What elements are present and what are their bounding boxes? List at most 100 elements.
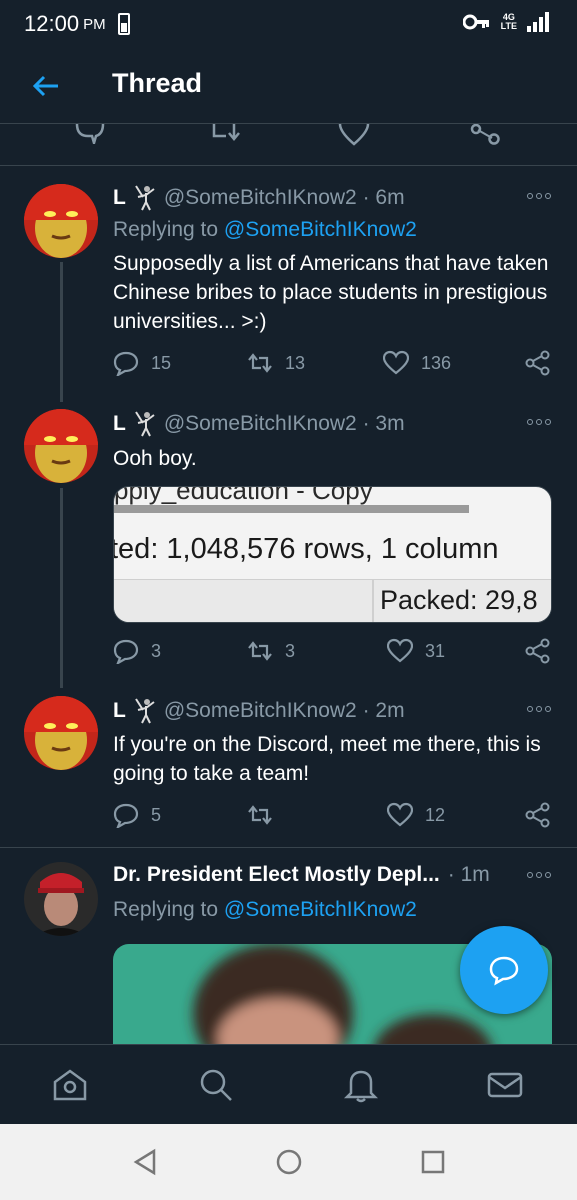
vpn-key-icon: [462, 14, 489, 30]
more-icon[interactable]: [527, 706, 551, 712]
status-time: 12:00: [24, 11, 80, 36]
display-name[interactable]: Dr. President Elect Mostly Depl...: [113, 863, 440, 887]
recents-square-icon[interactable]: [420, 1148, 446, 1176]
retweet-icon: [248, 805, 272, 825]
previous-tweet-actions: [0, 124, 577, 166]
tweet-time: · 6m: [362, 186, 405, 209]
more-icon[interactable]: [527, 419, 551, 425]
reply-button[interactable]: 15: [113, 350, 171, 376]
avatar[interactable]: [24, 696, 98, 770]
retweet-button[interactable]: 3: [247, 638, 295, 664]
replying-to: Replying to @SomeBitchIKnow2: [113, 898, 417, 921]
handle[interactable]: @SomeBitchIKnow2: [164, 186, 357, 210]
share-button[interactable]: [525, 802, 551, 828]
heart-icon[interactable]: [338, 124, 370, 146]
replying-to: Replying to @SomeBitchIKnow2: [113, 218, 417, 241]
compose-reply-icon: [489, 956, 519, 986]
battery-icon: [117, 13, 130, 35]
avatar[interactable]: [24, 862, 98, 936]
system-nav-bar: [0, 1124, 577, 1200]
tweet-time: · 3m: [362, 412, 405, 435]
arrow-left-icon[interactable]: [30, 70, 62, 102]
tweet-header: L @SomeBitchIKnow2 · 3m: [113, 411, 405, 437]
status-ampm: PM: [83, 15, 106, 33]
like-button[interactable]: 31: [387, 638, 445, 664]
avatar[interactable]: [24, 184, 98, 258]
tweet-actions: 15 13 136: [113, 350, 553, 380]
speech-bubble-icon: [113, 803, 139, 828]
thread-line: [60, 488, 63, 688]
retweet-count: 3: [285, 640, 296, 661]
retweet-icon: [248, 353, 272, 373]
mention-link[interactable]: @SomeBitchIKnow2: [224, 218, 417, 241]
media-main-text: ted: 1,048,576 rows, 1 column: [113, 533, 499, 565]
status-bar: 12:00 PM 4G LTE: [0, 0, 577, 48]
thread-line: [60, 262, 63, 402]
home-circle-icon[interactable]: [275, 1148, 303, 1176]
like-button[interactable]: 12: [387, 802, 445, 828]
more-icon[interactable]: [527, 872, 551, 878]
share-icon[interactable]: [470, 124, 502, 146]
tweet-text: Ooh boy.: [113, 447, 197, 470]
handle[interactable]: @SomeBitchIKnow2: [164, 412, 357, 436]
speech-bubble-icon[interactable]: [74, 124, 106, 144]
retweet-icon[interactable]: [212, 124, 244, 144]
search-icon[interactable]: [198, 1067, 234, 1103]
share-button[interactable]: [525, 350, 551, 376]
mention-link[interactable]: @SomeBitchIKnow2: [224, 898, 417, 921]
speech-bubble-icon: [113, 639, 139, 664]
bell-icon[interactable]: [343, 1067, 379, 1103]
share-icon: [525, 350, 550, 376]
status-icons: 4G LTE: [462, 12, 549, 32]
tweet-actions: 5 12: [113, 802, 553, 832]
display-name[interactable]: L: [113, 699, 126, 723]
heart-icon: [387, 802, 413, 827]
display-name[interactable]: L: [113, 412, 126, 436]
retweet-button[interactable]: [247, 802, 285, 828]
more-icon[interactable]: [527, 193, 551, 199]
like-count: 31: [425, 640, 446, 661]
share-button[interactable]: [525, 638, 551, 664]
reply-count: 5: [151, 804, 162, 825]
tweet-text: If you're on the Discord, meet me there,…: [113, 733, 541, 785]
home-icon[interactable]: [52, 1067, 88, 1103]
like-count: 12: [425, 804, 446, 825]
fencer-icon: [134, 411, 155, 437]
bottom-nav: [0, 1044, 577, 1124]
tweet-text: Supposedly a list of Americans that have…: [113, 252, 549, 333]
page-title: Thread: [112, 68, 203, 98]
share-icon: [525, 638, 550, 664]
tweet-time: · 1m: [447, 863, 490, 886]
display-name[interactable]: L: [113, 186, 126, 210]
like-button[interactable]: 136: [383, 350, 451, 376]
retweet-icon: [248, 641, 272, 661]
media-top-text: pply_education - Copy: [114, 486, 373, 505]
retweet-button[interactable]: 13: [247, 350, 305, 376]
network-type: 4G LTE: [500, 12, 517, 31]
reply-button[interactable]: 5: [113, 802, 161, 828]
tweet-time: · 2m: [362, 699, 405, 722]
heart-icon: [387, 638, 413, 663]
media-status-text: Packed: 29,8: [380, 585, 538, 615]
fencer-icon: [134, 698, 155, 724]
avatar[interactable]: [24, 409, 98, 483]
signal-icon: [527, 12, 549, 32]
handle[interactable]: @SomeBitchIKnow2: [164, 699, 357, 723]
mail-icon[interactable]: [487, 1067, 523, 1103]
compose-reply-button[interactable]: [460, 926, 548, 1014]
tweet-media-image[interactable]: pply_education - Copy ted: 1,048,576 row…: [113, 486, 552, 623]
tweet-header: Dr. President Elect Mostly Depl... · 1m: [113, 863, 490, 887]
reply-count: 15: [151, 352, 172, 373]
speech-bubble-icon: [113, 351, 139, 376]
tweet-header: L @SomeBitchIKnow2 · 6m: [113, 185, 405, 211]
tweet-actions: 3 3 31: [113, 638, 553, 668]
like-count: 136: [421, 352, 452, 373]
tweet-header: L @SomeBitchIKnow2 · 2m: [113, 698, 405, 724]
heart-icon: [383, 350, 409, 375]
reply-button[interactable]: 3: [113, 638, 161, 664]
back-triangle-icon[interactable]: [132, 1148, 158, 1176]
reply-count: 3: [151, 640, 162, 661]
tweet-divider: [0, 847, 577, 848]
share-icon: [525, 802, 550, 828]
app-header: Thread: [0, 48, 577, 124]
